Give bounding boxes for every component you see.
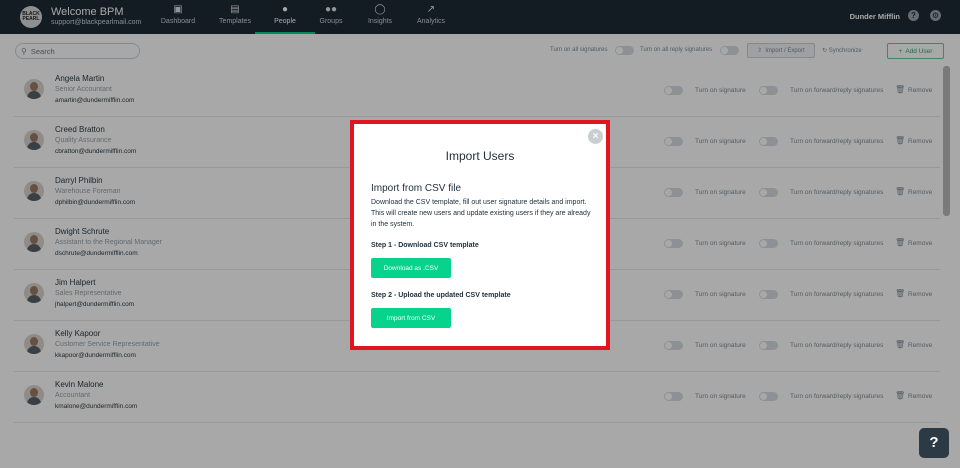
import-csv-button[interactable]: Import from CSV xyxy=(371,308,451,328)
download-csv-button[interactable]: Download as .CSV xyxy=(371,258,451,278)
help-chat-button[interactable]: ? xyxy=(919,428,949,458)
step-1-label: Step 1 - Download CSV template xyxy=(371,242,479,249)
modal-description: Download the CSV template, fill out user… xyxy=(371,199,591,228)
close-icon[interactable]: × xyxy=(588,129,603,144)
step-2-label: Step 2 - Upload the updated CSV template xyxy=(371,292,511,299)
modal-title: Import Users xyxy=(445,149,515,163)
modal-subtitle: Import from CSV file xyxy=(371,183,462,194)
import-users-modal: × Import Users Import from CSV file Down… xyxy=(350,120,610,350)
